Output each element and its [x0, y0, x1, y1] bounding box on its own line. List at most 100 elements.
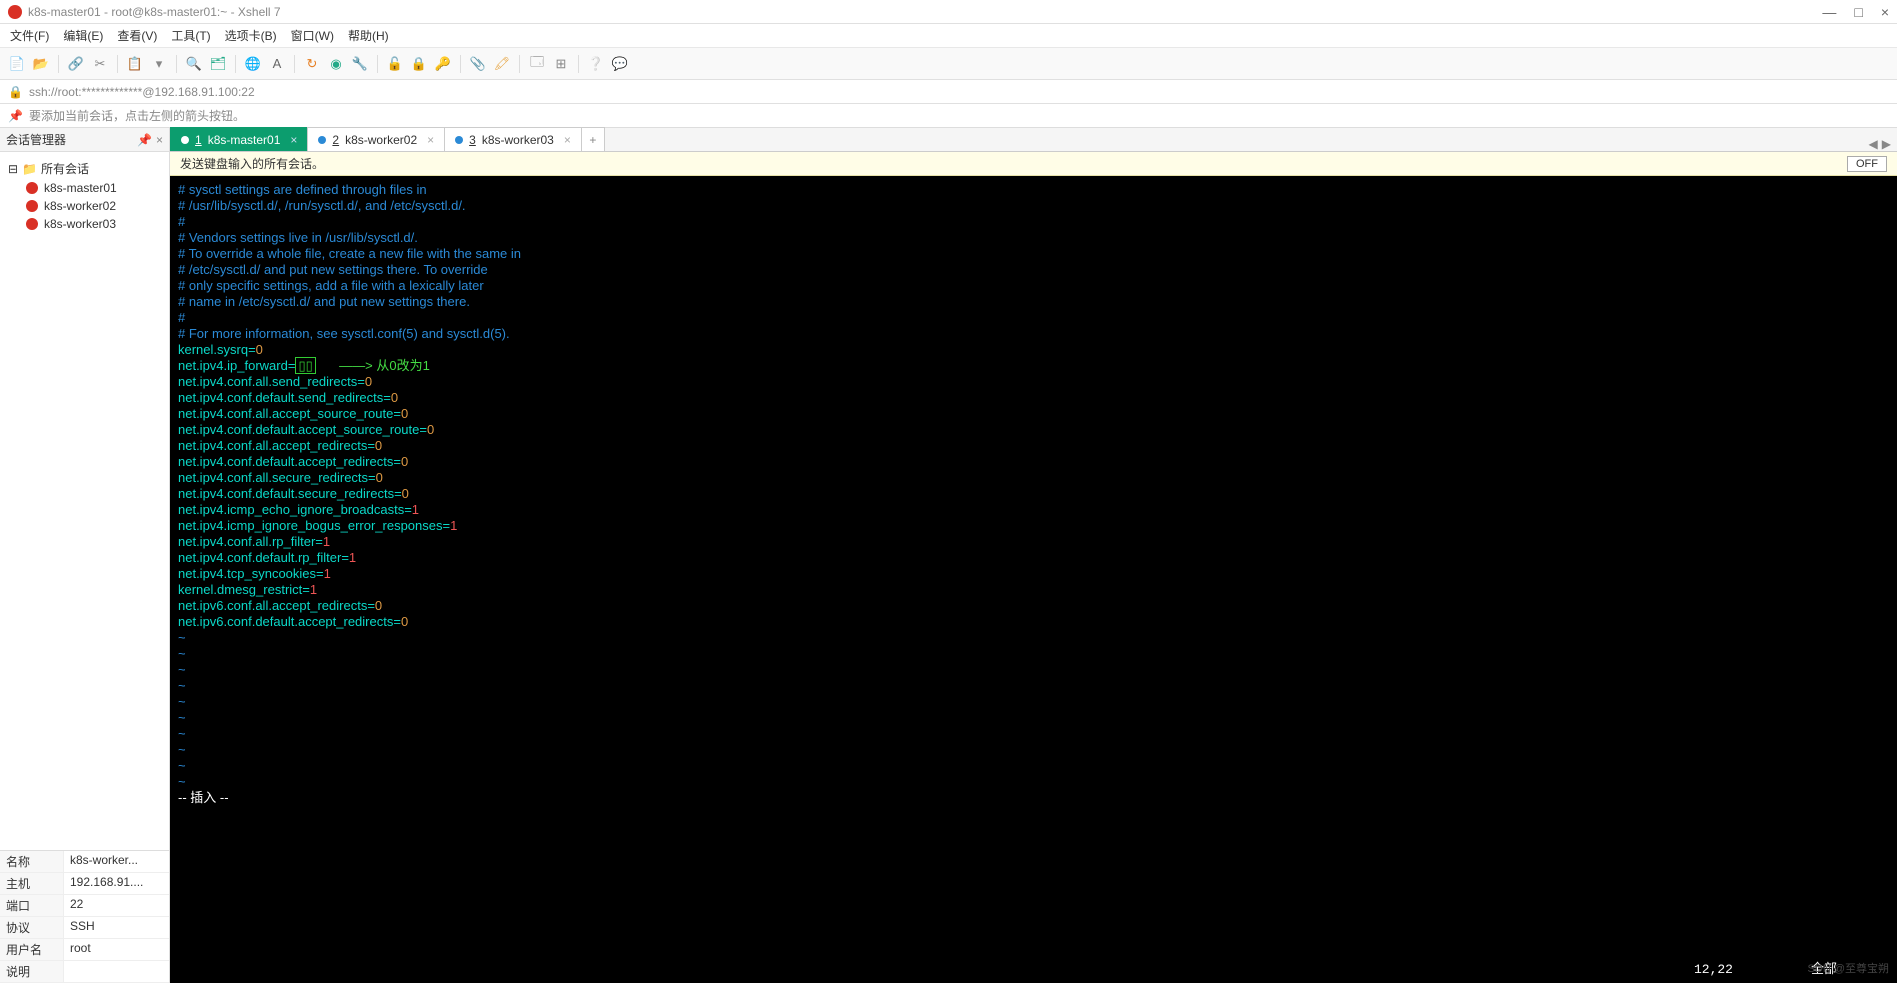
tab-close-icon[interactable]: ×	[427, 133, 434, 147]
key-icon[interactable]: 🔑	[434, 55, 452, 73]
sidebar-close-icon[interactable]: ×	[156, 133, 163, 147]
broadcast-text: 发送键盘输入的所有会话。	[180, 155, 324, 172]
sidebar: 会话管理器 📌 × ⊟ 📁 所有会话 k8s-master01 k8s-work…	[0, 128, 170, 983]
session-item-master01[interactable]: k8s-master01	[4, 179, 165, 197]
term-line: # To override a whole file, create a new…	[178, 246, 521, 261]
tab-worker02[interactable]: 2 k8s-worker02 ×	[307, 127, 445, 151]
info-bar: 📌 要添加当前会话，点击左侧的箭头按钮。	[0, 104, 1897, 128]
prop-user-val: root	[64, 939, 169, 960]
tab-number: 3	[469, 133, 476, 147]
tab-number: 1	[195, 133, 202, 147]
layout-icon[interactable]: ⊞	[552, 55, 570, 73]
term-tilde: ~	[178, 758, 186, 773]
tab-close-icon[interactable]: ×	[290, 133, 297, 147]
term-key: net.ipv4.icmp_ignore_bogus_error_respons…	[178, 518, 443, 533]
broadcast-off-button[interactable]: OFF	[1847, 156, 1887, 172]
script-icon[interactable]: ◉	[327, 55, 345, 73]
prop-host-val: 192.168.91....	[64, 873, 169, 894]
term-key: kernel.sysrq	[178, 342, 248, 357]
tab-nav: ◀ ▶	[1863, 137, 1897, 151]
tab-add-button[interactable]: +	[581, 127, 605, 151]
close-button[interactable]: ×	[1881, 4, 1889, 20]
sidebar-title: 会话管理器	[6, 131, 66, 148]
compose-icon[interactable]: 🗔	[528, 55, 546, 73]
collapse-icon[interactable]: ⊟	[8, 162, 18, 176]
help-icon[interactable]: ❔	[587, 55, 605, 73]
tab-label: k8s-worker03	[482, 133, 554, 147]
term-val: 0	[401, 454, 408, 469]
term-val: 0	[427, 422, 434, 437]
prop-name-val: k8s-worker...	[64, 851, 169, 872]
term-tilde: ~	[178, 694, 186, 709]
tree-root[interactable]: ⊟ 📁 所有会话	[4, 158, 165, 179]
term-val: 0	[256, 342, 263, 357]
term-key: net.ipv4.conf.all.accept_source_route	[178, 406, 393, 421]
term-tilde: ~	[178, 774, 186, 789]
disconnect-icon[interactable]: ✂	[91, 55, 109, 73]
menu-window[interactable]: 窗口(W)	[291, 27, 334, 44]
tab-indicator-icon	[318, 136, 326, 144]
paste-icon[interactable]: ▾	[150, 55, 168, 73]
term-key: kernel.dmesg_restrict	[178, 582, 302, 597]
term-line: # /usr/lib/sysctl.d/, /run/sysctl.d/, an…	[178, 198, 466, 213]
prop-proto-key: 协议	[0, 917, 64, 938]
term-key: net.ipv4.conf.all.rp_filter	[178, 534, 315, 549]
menu-tab[interactable]: 选项卡(B)	[225, 27, 277, 44]
address-text[interactable]: ssh://root:*************@192.168.91.100:…	[29, 85, 255, 99]
window-controls: — □ ×	[1822, 4, 1889, 20]
toolbar: 📄 📂 🔗 ✂ 📋 ▾ 🔍 🗂 🌐 A ↻ ◉ 🔧 🔓 🔒 🔑 📎 🖍 🗔 ⊞ …	[0, 48, 1897, 80]
tab-indicator-icon	[181, 136, 189, 144]
term-line: #	[178, 310, 185, 325]
session-item-worker02[interactable]: k8s-worker02	[4, 197, 165, 215]
tab-worker03[interactable]: 3 k8s-worker03 ×	[444, 127, 582, 151]
tab-label: k8s-master01	[208, 133, 281, 147]
lock-open-icon[interactable]: 🔓	[386, 55, 404, 73]
sidebar-pin-icon[interactable]: 📌	[137, 133, 152, 147]
open-icon[interactable]: 📂	[32, 55, 50, 73]
term-key: net.ipv4.conf.all.secure_redirects	[178, 470, 368, 485]
clipboard-icon[interactable]: 📎	[469, 55, 487, 73]
menu-view[interactable]: 查看(V)	[117, 27, 157, 44]
menu-tools[interactable]: 工具(T)	[171, 27, 210, 44]
term-key: net.ipv4.conf.default.secure_redirects	[178, 486, 394, 501]
term-val: 1	[412, 502, 419, 517]
minimize-button[interactable]: —	[1822, 4, 1836, 20]
properties-icon[interactable]: 🗂	[209, 55, 227, 73]
session-label: k8s-master01	[44, 181, 117, 195]
menu-edit[interactable]: 编辑(E)	[63, 27, 103, 44]
term-val: 1	[349, 550, 356, 565]
menu-file[interactable]: 文件(F)	[10, 27, 49, 44]
tab-master01[interactable]: 1 k8s-master01 ×	[170, 127, 308, 151]
tab-indicator-icon	[455, 136, 463, 144]
new-session-icon[interactable]: 📄	[8, 55, 26, 73]
prop-proto-val: SSH	[64, 917, 169, 938]
term-val: 0	[375, 438, 382, 453]
menu-help[interactable]: 帮助(H)	[348, 27, 389, 44]
session-tree: ⊟ 📁 所有会话 k8s-master01 k8s-worker02 k8s-w…	[0, 152, 169, 850]
root-label: 所有会话	[41, 160, 89, 177]
maximize-button[interactable]: □	[1854, 4, 1862, 20]
prop-user-key: 用户名	[0, 939, 64, 960]
font-icon[interactable]: A	[268, 55, 286, 73]
search-icon[interactable]: 🔍	[185, 55, 203, 73]
chat-icon[interactable]: 💬	[611, 55, 629, 73]
lock-icon[interactable]: 🔒	[410, 55, 428, 73]
tab-close-icon[interactable]: ×	[564, 133, 571, 147]
term-key: net.ipv4.conf.default.send_redirects	[178, 390, 383, 405]
session-icon	[26, 182, 38, 194]
tab-next-icon[interactable]: ▶	[1882, 137, 1891, 151]
refresh-icon[interactable]: ↻	[303, 55, 321, 73]
highlight-icon[interactable]: 🖍	[493, 55, 511, 73]
broadcast-bar: 发送键盘输入的所有会话。 OFF	[170, 152, 1897, 176]
tools-icon[interactable]: 🔧	[351, 55, 369, 73]
address-bar: 🔒 ssh://root:*************@192.168.91.10…	[0, 80, 1897, 104]
term-key: net.ipv4.conf.all.send_redirects	[178, 374, 357, 389]
menu-bar: 文件(F) 编辑(E) 查看(V) 工具(T) 选项卡(B) 窗口(W) 帮助(…	[0, 24, 1897, 48]
link-icon[interactable]: 🔗	[67, 55, 85, 73]
term-val: 0	[375, 598, 382, 613]
globe-icon[interactable]: 🌐	[244, 55, 262, 73]
terminal[interactable]: # sysctl settings are defined through fi…	[170, 176, 1897, 983]
session-item-worker03[interactable]: k8s-worker03	[4, 215, 165, 233]
copy-icon[interactable]: 📋	[126, 55, 144, 73]
tab-prev-icon[interactable]: ◀	[1869, 137, 1878, 151]
